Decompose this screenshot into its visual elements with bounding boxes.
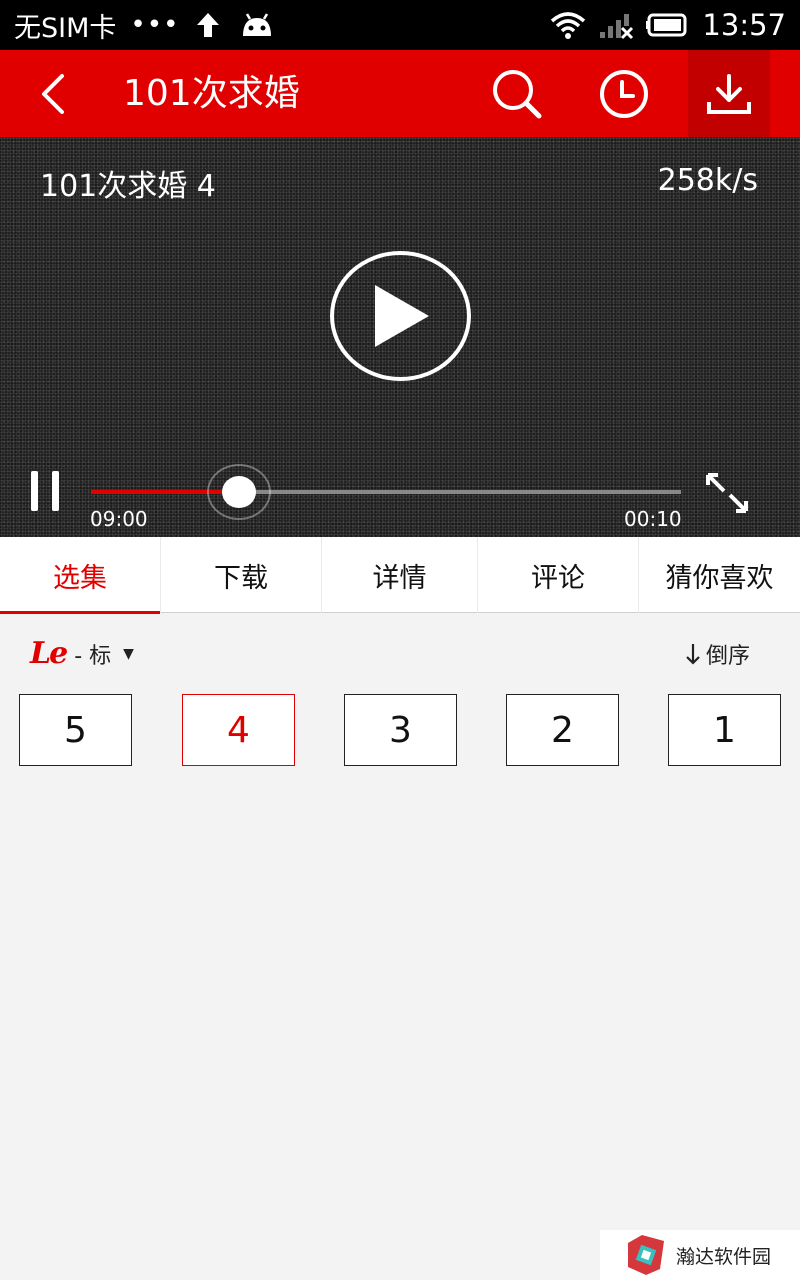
pause-icon bbox=[52, 471, 59, 511]
app-bar: 101次求婚 bbox=[0, 50, 800, 137]
pause-icon bbox=[31, 471, 38, 511]
content-tabs: 选集 下载 详情 评论 猜你喜欢 bbox=[0, 537, 800, 614]
sort-label: 倒序 bbox=[705, 644, 750, 669]
le-logo: Le bbox=[30, 636, 68, 671]
quality-label: - 标 bbox=[74, 644, 112, 669]
download-speed: 258k/s bbox=[657, 163, 758, 198]
watermark-text: 瀚达软件园 bbox=[676, 1245, 772, 1268]
seek-thumb[interactable] bbox=[221, 476, 256, 508]
history-button[interactable] bbox=[583, 50, 665, 137]
episode-button[interactable]: 1 bbox=[668, 694, 781, 766]
battery-icon bbox=[646, 11, 690, 39]
notification-dots: ••• bbox=[130, 10, 180, 40]
wifi-icon bbox=[550, 10, 586, 40]
clock-text: 13:57 bbox=[702, 8, 786, 42]
tab-download[interactable]: 下载 bbox=[161, 537, 322, 613]
page-title: 101次求婚 bbox=[123, 73, 300, 114]
fullscreen-icon bbox=[706, 473, 748, 513]
video-title: 101次求婚 4 bbox=[40, 169, 216, 204]
no-signal-icon bbox=[598, 10, 634, 40]
play-icon bbox=[374, 285, 429, 347]
upload-arrow-icon bbox=[193, 10, 223, 40]
tab-comments[interactable]: 评论 bbox=[478, 537, 639, 613]
source-quality-selector[interactable]: Le - 标 ▼ bbox=[30, 636, 134, 672]
back-arrow-icon bbox=[42, 73, 64, 114]
current-time: 09:00 bbox=[90, 507, 148, 531]
search-button[interactable] bbox=[476, 50, 558, 137]
download-icon bbox=[707, 73, 751, 114]
episode-button[interactable]: 2 bbox=[506, 694, 619, 766]
episode-button[interactable]: 4 bbox=[182, 694, 295, 766]
carrier-text: 无SIM卡 bbox=[14, 12, 117, 44]
search-icon bbox=[493, 69, 542, 118]
episode-button[interactable]: 5 bbox=[19, 694, 132, 766]
video-player[interactable]: 101次求婚 4 258k/s 09:00 00:10 bbox=[0, 137, 800, 537]
status-bar-left: 无SIM卡 ••• bbox=[14, 0, 277, 50]
tab-recommendations[interactable]: 猜你喜欢 bbox=[639, 537, 800, 613]
caret-down-icon: ▼ bbox=[123, 646, 134, 662]
sort-reverse-button[interactable]: 倒序 bbox=[684, 636, 750, 672]
tab-episodes[interactable]: 选集 bbox=[0, 537, 161, 614]
fullscreen-button[interactable] bbox=[700, 471, 754, 515]
status-bar-right: 13:57 bbox=[550, 0, 786, 50]
play-button[interactable] bbox=[330, 251, 471, 381]
seek-bar[interactable] bbox=[91, 490, 681, 494]
tab-details[interactable]: 详情 bbox=[322, 537, 478, 613]
watermark-logo-icon bbox=[628, 1235, 664, 1275]
total-time: 00:10 bbox=[624, 507, 682, 531]
status-bar: 无SIM卡 ••• 13:57 bbox=[0, 0, 800, 50]
episode-list: 5 4 3 2 1 bbox=[0, 694, 800, 767]
pause-button[interactable] bbox=[22, 467, 68, 515]
download-button[interactable] bbox=[688, 50, 770, 137]
android-icon bbox=[237, 10, 277, 40]
episode-button[interactable]: 3 bbox=[344, 694, 457, 766]
watermark: 瀚达软件园 bbox=[600, 1230, 800, 1280]
clock-icon bbox=[600, 69, 648, 118]
back-button[interactable] bbox=[22, 50, 82, 137]
arrow-down-icon bbox=[686, 644, 700, 665]
